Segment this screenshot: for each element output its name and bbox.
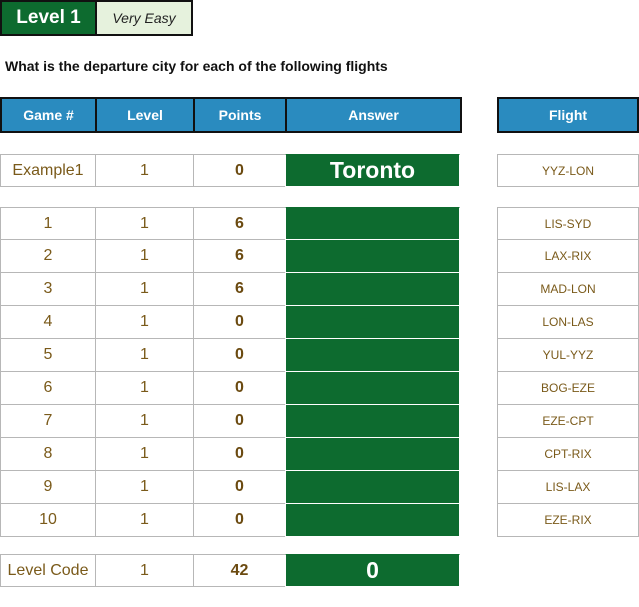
flight-code: LIS-SYD (497, 207, 639, 240)
points-value: 6 (193, 207, 285, 240)
example-answer: Toronto (285, 154, 460, 187)
answer-input[interactable] (285, 405, 460, 438)
game-number: 5 (0, 339, 95, 372)
points-value: 0 (193, 504, 285, 537)
level-value: 1 (95, 504, 193, 537)
level-value: 1 (95, 240, 193, 273)
flight-code: EZE-CPT (497, 405, 639, 438)
level-value: 1 (95, 207, 193, 240)
level-value: 1 (95, 306, 193, 339)
col-header-level: Level (95, 97, 193, 133)
level-code-value: 0 (285, 554, 460, 587)
example-flight: YYZ-LON (497, 154, 639, 187)
example-game: Example1 (0, 154, 95, 187)
game-number: 4 (0, 306, 95, 339)
answer-input[interactable] (285, 471, 460, 504)
flight-code: YUL-YYZ (497, 339, 639, 372)
question-text: What is the departure city for each of t… (5, 58, 388, 74)
points-value: 6 (193, 240, 285, 273)
points-value: 6 (193, 273, 285, 306)
points-value: 0 (193, 339, 285, 372)
flight-code: LIS-LAX (497, 471, 639, 504)
footer-points-total: 42 (193, 554, 285, 587)
col-header-answer: Answer (285, 97, 462, 133)
answer-input[interactable] (285, 240, 460, 273)
flight-code: EZE-RIX (497, 504, 639, 537)
answer-input[interactable] (285, 273, 460, 306)
answer-input[interactable] (285, 306, 460, 339)
level-code-label: Level Code (0, 554, 95, 587)
points-value: 0 (193, 438, 285, 471)
answer-input[interactable] (285, 504, 460, 537)
difficulty-label: Very Easy (95, 0, 193, 36)
footer-level: 1 (95, 554, 193, 587)
game-number: 8 (0, 438, 95, 471)
game-number: 7 (0, 405, 95, 438)
game-number: 9 (0, 471, 95, 504)
flight-code: LON-LAS (497, 306, 639, 339)
col-header-points: Points (193, 97, 285, 133)
answer-input[interactable] (285, 339, 460, 372)
level-value: 1 (95, 273, 193, 306)
flight-code: BOG-EZE (497, 372, 639, 405)
game-number: 1 (0, 207, 95, 240)
answer-input[interactable] (285, 438, 460, 471)
level-value: 1 (95, 372, 193, 405)
points-value: 0 (193, 372, 285, 405)
flight-code: MAD-LON (497, 273, 639, 306)
level-badge: Level 1 (0, 0, 95, 36)
answer-input[interactable] (285, 207, 460, 240)
flight-code: LAX-RIX (497, 240, 639, 273)
col-header-flight: Flight (497, 97, 639, 133)
points-value: 0 (193, 306, 285, 339)
col-header-game: Game # (0, 97, 95, 133)
example-points: 0 (193, 154, 285, 187)
answer-input[interactable] (285, 372, 460, 405)
game-number: 2 (0, 240, 95, 273)
flight-code: CPT-RIX (497, 438, 639, 471)
game-number: 10 (0, 504, 95, 537)
points-value: 0 (193, 405, 285, 438)
points-value: 0 (193, 471, 285, 504)
level-value: 1 (95, 339, 193, 372)
level-value: 1 (95, 471, 193, 504)
game-number: 3 (0, 273, 95, 306)
example-level: 1 (95, 154, 193, 187)
level-value: 1 (95, 438, 193, 471)
level-value: 1 (95, 405, 193, 438)
game-number: 6 (0, 372, 95, 405)
